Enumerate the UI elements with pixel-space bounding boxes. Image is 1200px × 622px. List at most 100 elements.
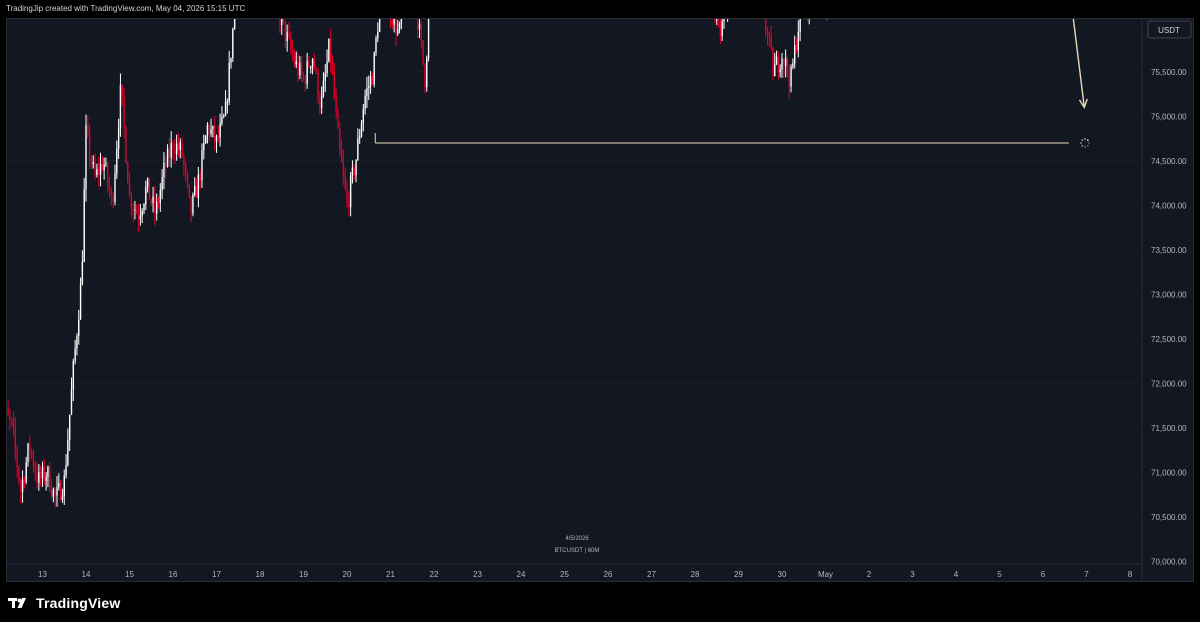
candle-body <box>313 59 316 70</box>
candle-body <box>99 163 102 175</box>
candle-body <box>154 196 156 214</box>
candle-body <box>337 111 339 129</box>
tradingview-logo[interactable]: TradingView <box>8 594 120 612</box>
candle-body <box>199 174 201 181</box>
x-tick-label: 6 <box>1041 570 1046 579</box>
price-chart[interactable]: 80,209.04MANIPULATIONMS 70,000.00 70,500.… <box>7 0 1193 581</box>
x-tick-label: 23 <box>473 570 482 579</box>
candle-body <box>366 87 368 97</box>
candle-body <box>230 58 232 63</box>
candle-body <box>103 164 105 170</box>
y-tick-label: 73,500.00 <box>1151 246 1187 255</box>
candle-body <box>190 196 192 214</box>
y-tick-label: 75,500.00 <box>1151 68 1187 77</box>
candle-body <box>716 19 718 21</box>
candle-body <box>7 408 9 415</box>
x-tick-label: 20 <box>343 570 352 579</box>
candle-body <box>27 443 29 463</box>
candle-body <box>420 24 423 41</box>
candle-body <box>306 60 308 84</box>
candle-body <box>161 177 163 191</box>
candle-body <box>221 116 223 124</box>
tradingview-logo-icon <box>8 598 26 608</box>
x-tick-label: 29 <box>734 570 743 579</box>
candle-body <box>346 188 348 203</box>
candle-body <box>772 47 774 77</box>
candle-body <box>378 19 381 32</box>
candle-body <box>12 419 15 429</box>
candle-body <box>714 19 716 21</box>
candle-body <box>83 189 85 262</box>
x-tick-label: 3 <box>910 570 915 579</box>
chart-header: TradingJip created with TradingView.com,… <box>0 0 1200 18</box>
candle-body <box>137 213 140 220</box>
candle-body <box>85 125 87 190</box>
candle-body <box>132 208 134 210</box>
y-axis: 70,000.00 70,500.00 71,000.00 71,500.00 72,0… <box>1141 19 1187 581</box>
annotations: 80,209.04MANIPULATIONMS <box>374 0 1090 148</box>
candle-body <box>188 184 191 197</box>
candle-body <box>146 178 149 188</box>
x-tick-label: 28 <box>691 570 700 579</box>
candle-body <box>228 62 230 102</box>
candle-body <box>32 454 35 467</box>
candle-body <box>159 190 162 203</box>
chart-credit: TradingJip created with TradingView.com,… <box>6 4 246 13</box>
candle-body <box>194 186 196 195</box>
candle-body <box>326 61 328 74</box>
candle-body <box>110 191 113 196</box>
candle-body <box>145 187 147 205</box>
candle-body <box>793 45 796 64</box>
candle-body <box>74 348 76 362</box>
candle-body <box>47 466 49 477</box>
candle-body <box>353 167 355 176</box>
x-tick-label: 13 <box>38 570 47 579</box>
candle-body <box>799 19 801 32</box>
candle-body <box>368 86 370 88</box>
candle-body <box>121 84 123 97</box>
candle-body <box>68 414 71 440</box>
candle-body <box>364 96 366 110</box>
candle-body <box>50 490 53 497</box>
candle-body <box>790 66 792 87</box>
candle-body <box>286 32 288 42</box>
candle-body <box>226 101 229 103</box>
candle-body <box>295 61 297 65</box>
x-tick-label: 5 <box>997 570 1002 579</box>
candle-body <box>212 126 214 129</box>
candle-body <box>349 175 352 208</box>
candle-body <box>393 19 395 25</box>
target-spinner-dot <box>1081 144 1084 147</box>
candle-body <box>331 61 334 73</box>
candle-body <box>107 163 109 185</box>
candle-body <box>168 148 171 158</box>
y-tick-label: 74,000.00 <box>1151 201 1187 210</box>
x-tick-label: 2 <box>867 570 872 579</box>
currency-button[interactable]: USDT <box>1147 20 1192 39</box>
candle-body <box>282 19 285 21</box>
candle-body <box>192 194 194 214</box>
grid-lines <box>7 26 1142 562</box>
x-tick-label: 14 <box>82 570 91 579</box>
candle-body <box>360 123 363 137</box>
x-tick-label: 8 <box>1128 570 1133 579</box>
currency-label: USDT <box>1158 26 1180 35</box>
candle-body <box>134 209 136 211</box>
candle-body <box>141 210 143 216</box>
candle-body <box>342 161 345 175</box>
candle-body <box>126 162 129 184</box>
candle-body <box>150 199 152 203</box>
candle-body <box>195 186 198 198</box>
candle-body <box>177 143 180 150</box>
candle-body <box>315 69 317 71</box>
candle-body <box>377 31 379 39</box>
candle-body <box>232 29 234 59</box>
candle-body <box>174 149 176 155</box>
y-tick-label: 71,500.00 <box>1151 424 1187 433</box>
target-spinner-dot <box>1084 146 1086 148</box>
chart-panel[interactable]: 80,209.04MANIPULATIONMS 70,000.00 70,500.… <box>6 0 1194 582</box>
candle-body <box>21 479 24 492</box>
candle-body <box>148 178 151 200</box>
candle-body <box>297 61 299 76</box>
candle-body <box>721 21 723 36</box>
